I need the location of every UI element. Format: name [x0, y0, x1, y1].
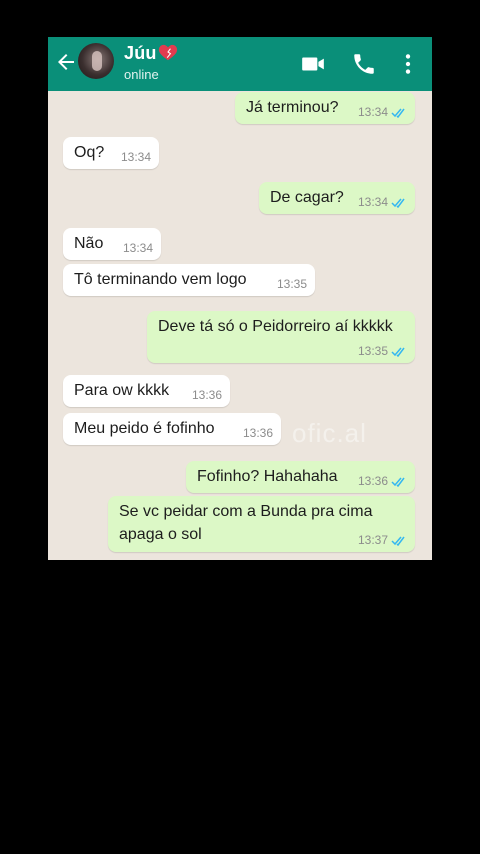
message-bubble-outgoing[interactable]: Se vc peidar com a Bunda pra cima apaga … [108, 496, 415, 552]
message-text: Não [74, 235, 104, 252]
heart-icon [158, 44, 177, 61]
message-text: Meu peido é fofinho [74, 420, 215, 437]
message-text: Oq? [74, 144, 105, 161]
double-check-icon [391, 347, 405, 357]
message-time: 13:34 [122, 241, 153, 255]
message-text: Tô terminando vem logo [74, 271, 247, 288]
message-time: 13:36 [191, 388, 222, 402]
message-time: 13:35 [357, 344, 388, 358]
message-text: Fofinho? Hahahaha [197, 468, 338, 485]
watermark: ofic.al [292, 418, 367, 448]
video-call-icon[interactable] [300, 51, 326, 77]
message-time: 13:34 [120, 150, 151, 164]
message-text: Se vc peidar com a Bunda pra cima [119, 503, 373, 520]
message-time: 13:35 [276, 277, 307, 291]
message-meta: 13:37 [358, 533, 407, 547]
message-meta: 13:34 [358, 195, 407, 209]
message-text-line2: apaga o sol [119, 526, 202, 543]
message-list[interactable]: ofic.al Já terminou? 13:34 Oq? 13:34 De … [48, 91, 432, 560]
chat-header: Júu online [48, 37, 432, 91]
contact-name[interactable]: Júu [124, 42, 178, 64]
message-bubble-incoming[interactable]: Para ow kkkk 13:36 [63, 375, 230, 407]
message-bubble-outgoing[interactable]: Deve tá só o Peidorreiro aí kkkkk 13:35 [147, 311, 415, 363]
message-time: 13:34 [357, 195, 388, 209]
message-text: Já terminou? [246, 99, 339, 116]
message-bubble-incoming[interactable]: Oq? 13:34 [63, 137, 159, 169]
message-text: De cagar? [270, 189, 344, 206]
avatar[interactable] [78, 43, 114, 79]
message-time: 13:37 [357, 533, 388, 547]
message-time: 13:36 [357, 474, 388, 488]
message-meta: 13:36 [358, 474, 407, 488]
double-check-icon [391, 536, 405, 546]
message-meta: 13:35 [358, 344, 407, 358]
more-vert-icon[interactable] [395, 51, 421, 77]
avatar-photo [92, 51, 102, 71]
arrow-left-icon[interactable] [54, 50, 78, 74]
message-bubble-outgoing[interactable]: De cagar? 13:34 [259, 182, 415, 214]
message-meta: 13:34 [358, 105, 407, 119]
message-bubble-incoming[interactable]: Meu peido é fofinho 13:36 [63, 413, 281, 445]
message-bubble-incoming[interactable]: Não 13:34 [63, 228, 161, 260]
message-bubble-outgoing[interactable]: Já terminou? 13:34 [235, 92, 415, 124]
message-bubble-incoming[interactable]: Tô terminando vem logo 13:35 [63, 264, 315, 296]
double-check-icon [391, 198, 405, 208]
chat-screen: Júu online ofic.al Já terminou? 13:34 Oq… [48, 37, 432, 560]
message-bubble-outgoing[interactable]: Fofinho? Hahahaha 13:36 [186, 461, 415, 493]
phone-icon[interactable] [351, 51, 377, 77]
message-time: 13:36 [242, 426, 273, 440]
message-text: Para ow kkkk [74, 382, 170, 399]
message-text: Deve tá só o Peidorreiro aí kkkkk [158, 318, 393, 335]
contact-status: online [124, 67, 159, 82]
double-check-icon [391, 477, 405, 487]
message-time: 13:34 [357, 105, 388, 119]
contact-name-text: Júu [124, 43, 157, 63]
double-check-icon [391, 108, 405, 118]
